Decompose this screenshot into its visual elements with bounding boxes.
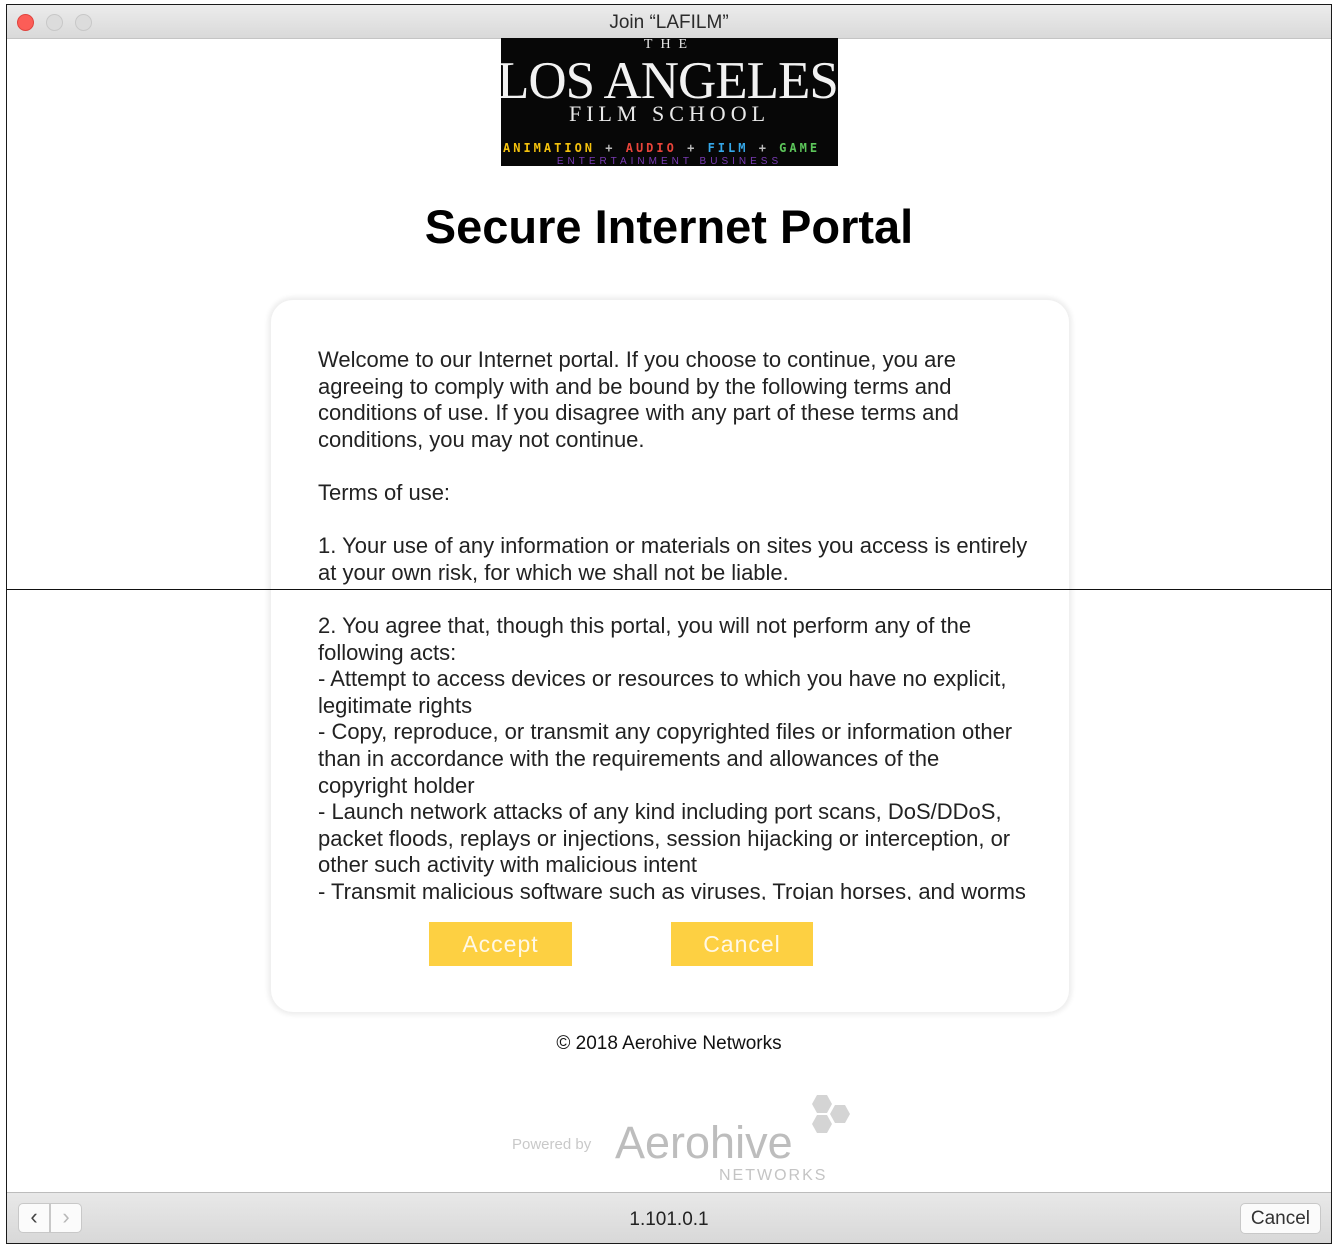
page-title: Secure Internet Portal [424, 200, 914, 253]
copyright-text: © 2018 Aerohive Networks [556, 1033, 782, 1054]
accept-button[interactable]: Accept [429, 922, 572, 966]
window-title: Join “LAFILM” [609, 12, 729, 33]
prohibited-act: - Transmit malicious software such as vi… [318, 878, 1026, 900]
logo-tagline: ENTERTAINMENT BUSINESS [556, 156, 783, 166]
term-item: 1. Your use of any information or materi… [318, 533, 1028, 585]
discipline-separator: + [605, 141, 616, 155]
cancel-button[interactable]: Cancel [671, 922, 813, 966]
address-text: 1.101.0.1 [629, 1209, 709, 1230]
terms-heading: Terms of use: [318, 479, 451, 505]
film-school-logo: THE LOS ANGELES FILM SCHOOL ANIMATION + … [501, 38, 838, 166]
powered-by-text: Powered by [512, 1136, 592, 1153]
discipline-audio: AUDIO [625, 141, 677, 155]
toolbar-cancel-button[interactable]: Cancel [1239, 1203, 1321, 1234]
discipline-animation: ANIMATION [503, 141, 596, 155]
bottom-toolbar: ‹ › 1.101.0.1 Cancel [7, 1192, 1331, 1243]
aerohive-wordmark: Aerohive [615, 1117, 793, 1168]
aerohive-networks-text: NETWORKS [719, 1167, 828, 1184]
terms-scroll-area[interactable]: Welcome to our Internet portal. If you c… [318, 347, 1028, 900]
intro-paragraph: Welcome to our Internet portal. If you c… [318, 347, 959, 452]
discipline-game: GAME [779, 141, 821, 155]
screenshot-seam-divider [7, 589, 1331, 590]
term-item: 2. You agree that, though this portal, y… [318, 612, 972, 665]
discipline-film: FILM [707, 141, 749, 155]
captive-portal-window: Join “LAFILM” THE LOS ANGELES FILM SCHOO… [6, 4, 1332, 1244]
logo-disciplines: ANIMATION + AUDIO + FILM + GAME [503, 141, 820, 155]
discipline-separator: + [687, 141, 698, 155]
aerohive-hex-icon [812, 1095, 850, 1133]
prohibited-act: - Attempt to access devices or resources… [318, 666, 1007, 718]
title-bar: Join “LAFILM” [7, 5, 1331, 39]
prohibited-act: - Copy, reproduce, or transmit any copyr… [318, 719, 1013, 798]
discipline-separator: + [758, 141, 769, 155]
prohibited-act: - Launch network attacks of any kind inc… [318, 799, 1011, 878]
terms-card: Welcome to our Internet portal. If you c… [271, 300, 1069, 1012]
logo-subtitle-text: FILM SCHOOL [568, 101, 771, 126]
